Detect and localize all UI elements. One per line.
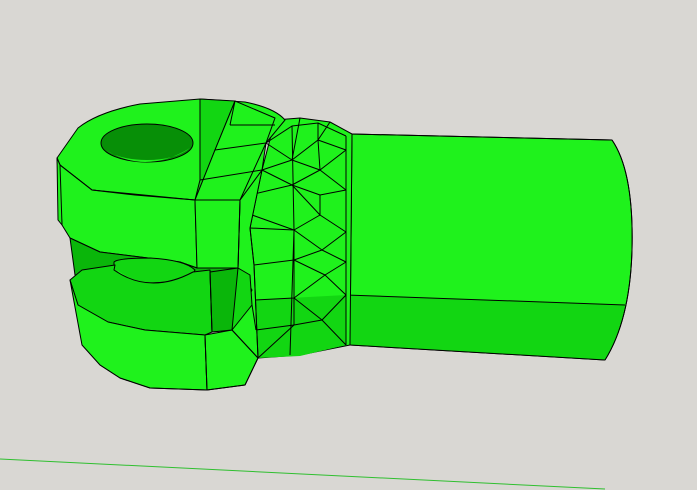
model-canvas[interactable] [0, 0, 697, 490]
tube-lower-band [346, 295, 625, 360]
clevis-rod-end-model[interactable] [56, 98, 633, 391]
upper-ear-right-face [194, 199, 241, 269]
sketchup-viewport[interactable] [0, 0, 697, 490]
upper-ear-hole [100, 123, 194, 163]
green-axis-line [0, 458, 606, 490]
